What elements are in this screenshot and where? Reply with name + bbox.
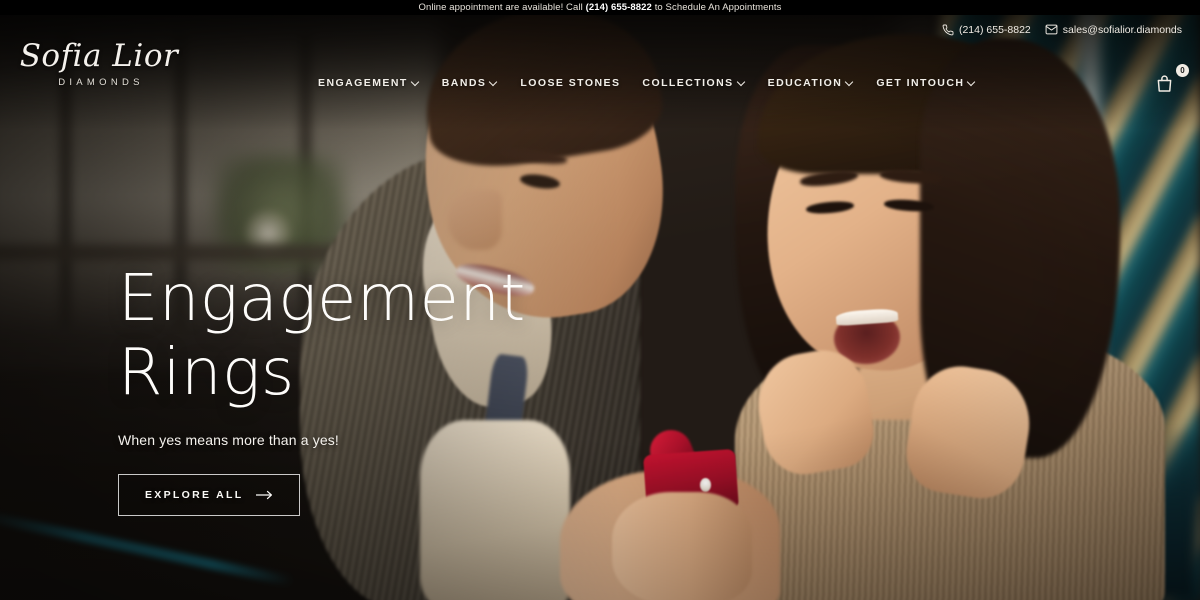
homepage-hero-page: Online appointment are available! Call (…: [0, 0, 1200, 600]
header-contact-strip: (214) 655-8822 sales@sofialior.diamonds: [942, 23, 1182, 36]
logo-tagline: DIAMONDS: [58, 77, 144, 88]
phone-icon: [942, 24, 954, 36]
header-phone-text: (214) 655-8822: [958, 23, 1031, 36]
explore-all-button[interactable]: EXPLORE ALL: [118, 474, 301, 517]
diamond-ring: [700, 478, 711, 492]
nav-label: LOOSE STONES: [520, 77, 621, 89]
nav-item-collections[interactable]: COLLECTIONS: [642, 73, 767, 93]
hero-content: Engagement Rings When yes means more tha…: [118, 262, 526, 517]
man-hand: [612, 492, 752, 600]
announcement-text: Online appointment are available! Call (…: [418, 2, 781, 13]
chevron-down-icon: [490, 78, 498, 86]
arrow-right-icon: [255, 490, 273, 500]
header-phone-link[interactable]: (214) 655-8822: [942, 24, 1031, 36]
cart-count-badge: 0: [1176, 64, 1189, 77]
cart-button[interactable]: 0: [1154, 64, 1189, 101]
nav-item-get-intouch[interactable]: GET INTOUCH: [876, 73, 998, 93]
chevron-down-icon: [412, 78, 420, 86]
header-email-text: sales@sofialior.diamonds: [1062, 23, 1182, 36]
hero-title-line2: Rings: [118, 336, 295, 411]
chevron-down-icon: [738, 78, 746, 86]
logo-wordmark: Sofia Lior: [19, 38, 179, 74]
hero-title-line1: Engagement: [118, 262, 526, 336]
primary-navigation: ENGAGEMENT BANDS LOOSE STONES COLLECTION…: [318, 73, 998, 93]
explore-all-label: EXPLORE ALL: [145, 489, 244, 502]
nav-item-education[interactable]: EDUCATION: [768, 73, 877, 93]
nav-item-engagement[interactable]: ENGAGEMENT: [318, 73, 442, 93]
hero-title: Engagement Rings: [118, 262, 526, 410]
nav-label: EDUCATION: [767, 77, 843, 89]
announcement-phone-link[interactable]: (214) 655-8822: [586, 2, 652, 13]
man-nose: [448, 190, 502, 250]
site-logo[interactable]: Sofia Lior DIAMONDS: [14, 38, 184, 89]
nav-label: BANDS: [441, 77, 487, 89]
announcement-prefix: Online appointment are available! Call: [418, 2, 586, 13]
hero-subtitle: When yes means more than a yes!: [118, 432, 339, 449]
chevron-down-icon: [968, 78, 976, 86]
nav-label: COLLECTIONS: [642, 77, 734, 89]
chevron-down-icon: [846, 78, 854, 86]
nav-item-bands[interactable]: BANDS: [442, 73, 521, 93]
announcement-suffix: to Schedule An Appointments: [651, 2, 782, 13]
nav-label: GET INTOUCH: [876, 77, 965, 89]
header-email-link[interactable]: sales@sofialior.diamonds: [1045, 23, 1182, 36]
nav-item-loose-stones[interactable]: LOOSE STONES: [520, 73, 642, 93]
nav-label: ENGAGEMENT: [318, 77, 408, 89]
announcement-bar: Online appointment are available! Call (…: [0, 0, 1200, 15]
envelope-icon: [1045, 23, 1058, 36]
